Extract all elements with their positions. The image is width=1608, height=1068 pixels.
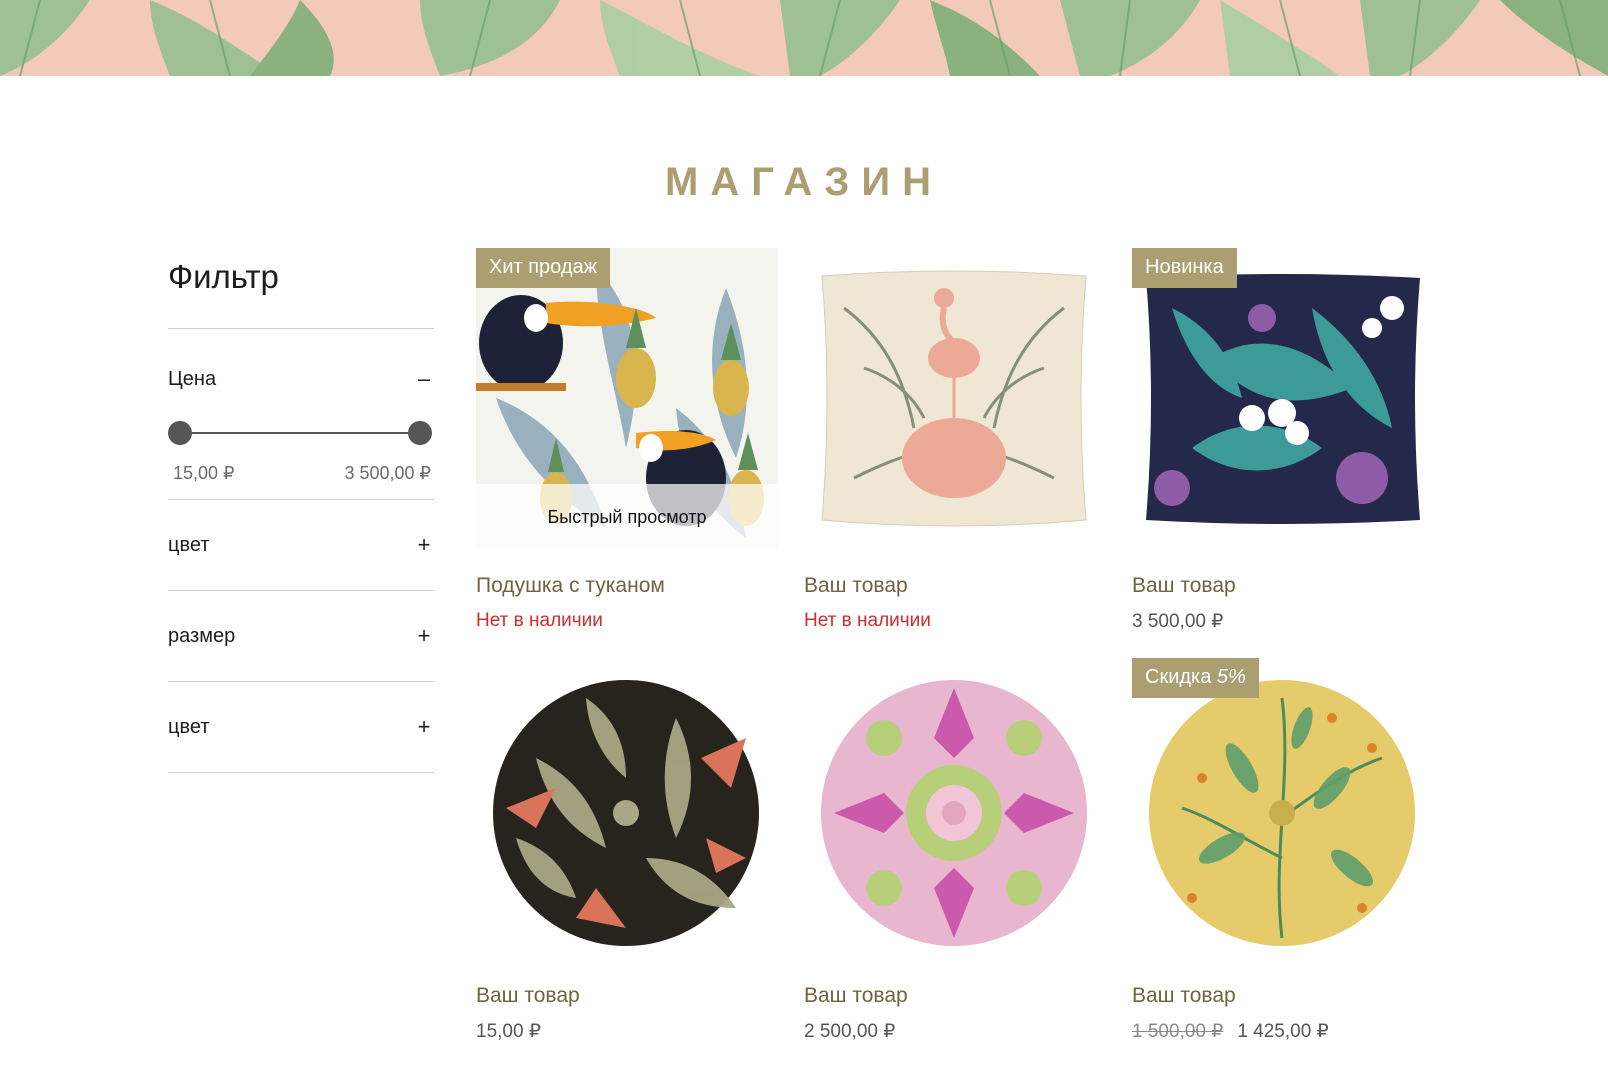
product-price: 1 500,00 ₽ 1 425,00 ₽ [1132, 1020, 1434, 1043]
orchid-cushion-image [1132, 248, 1434, 550]
collapse-icon[interactable]: – [414, 366, 434, 392]
color-filter: цвет + [168, 500, 434, 590]
expand-icon[interactable]: + [414, 714, 434, 740]
product-image[interactable]: Хит продаж Быстрый просмотр [476, 248, 778, 550]
product-card[interactable]: Ваш товар Нет в наличии [804, 248, 1106, 632]
product-name[interactable]: Ваш товар [804, 574, 1106, 598]
size-filter-header[interactable]: размер + [168, 591, 434, 681]
pink-ikat-round-cushion-image [804, 658, 1106, 960]
slider-track [180, 432, 420, 434]
price-max-label: 3 500,00 ₽ [344, 463, 431, 483]
color-filter-2-header[interactable]: цвет + [168, 682, 434, 772]
product-image[interactable] [804, 248, 1106, 550]
flamingo-cushion-image [804, 248, 1106, 550]
product-card[interactable]: Ваш товар 2 500,00 ₽ [804, 658, 1106, 1043]
ribbon-bestseller: Хит продаж [476, 248, 611, 288]
price-filter-label: Цена [168, 367, 217, 390]
page-title: МАГАЗИН [665, 160, 943, 204]
slider-min-handle[interactable] [168, 421, 192, 445]
tropical-leaves-pattern [0, 0, 1608, 76]
old-price: 1 500,00 ₽ [1132, 1021, 1224, 1042]
black-floral-round-cushion-image [476, 658, 778, 960]
product-card[interactable]: Ваш товар 15,00 ₽ [476, 658, 778, 1043]
product-name[interactable]: Ваш товар [1132, 984, 1434, 1008]
price-filter-header[interactable]: Цена – [168, 329, 434, 429]
product-price: 2 500,00 ₽ [804, 1021, 896, 1042]
yellow-botanical-round-cushion-image [1132, 658, 1434, 960]
product-name[interactable]: Подушка с туканом [476, 574, 778, 598]
divider [168, 772, 434, 773]
price-filter: Цена – 15,00 ₽ 3 500,00 ₽ [168, 329, 434, 499]
product-name[interactable]: Ваш товар [476, 984, 778, 1008]
ribbon-discount: Скидка 5% [1132, 658, 1259, 698]
product-image[interactable] [804, 658, 1106, 960]
expand-icon[interactable]: + [414, 623, 434, 649]
sale-price: 1 425,00 ₽ [1237, 1021, 1329, 1042]
price-min-label: 15,00 ₽ [173, 463, 235, 483]
price-range-slider[interactable] [168, 421, 432, 445]
color-filter-label: цвет [168, 533, 210, 556]
product-image[interactable]: Новинка [1132, 248, 1434, 550]
header-banner [0, 0, 1608, 76]
product-card[interactable]: Новинка Ваш товар 3 500,00 ₽ [1132, 248, 1434, 633]
color-filter-2: цвет + [168, 682, 434, 772]
filter-title: Фильтр [168, 258, 279, 295]
color-filter-header[interactable]: цвет + [168, 500, 434, 590]
quick-view-button[interactable]: Быстрый просмотр [476, 484, 778, 550]
product-price: 3 500,00 ₽ [1132, 611, 1224, 632]
out-of-stock-label: Нет в наличии [804, 610, 931, 631]
size-filter-label: размер [168, 624, 236, 647]
product-card[interactable]: Хит продаж Быстрый просмотр Подушка с ту… [476, 248, 778, 632]
size-filter: размер + [168, 591, 434, 681]
ribbon-discount-label: Скидка [1145, 666, 1217, 688]
color-filter-2-label: цвет [168, 715, 210, 738]
filter-sidebar: Фильтр Цена – 15,00 ₽ 3 500,00 ₽ цвет + … [168, 258, 434, 773]
ribbon-discount-percent: 5% [1216, 666, 1246, 688]
product-price: 15,00 ₽ [476, 1021, 541, 1042]
slider-max-handle[interactable] [408, 421, 432, 445]
product-image[interactable]: Скидка 5% [1132, 658, 1434, 960]
product-name[interactable]: Ваш товар [804, 984, 1106, 1008]
product-name[interactable]: Ваш товар [1132, 574, 1434, 598]
ribbon-new: Новинка [1132, 248, 1237, 288]
expand-icon[interactable]: + [414, 532, 434, 558]
product-card[interactable]: Скидка 5% Ваш товар 1 500,00 ₽ 1 425,00 ₽ [1132, 658, 1434, 1043]
out-of-stock-label: Нет в наличии [476, 610, 603, 631]
product-image[interactable] [476, 658, 778, 960]
